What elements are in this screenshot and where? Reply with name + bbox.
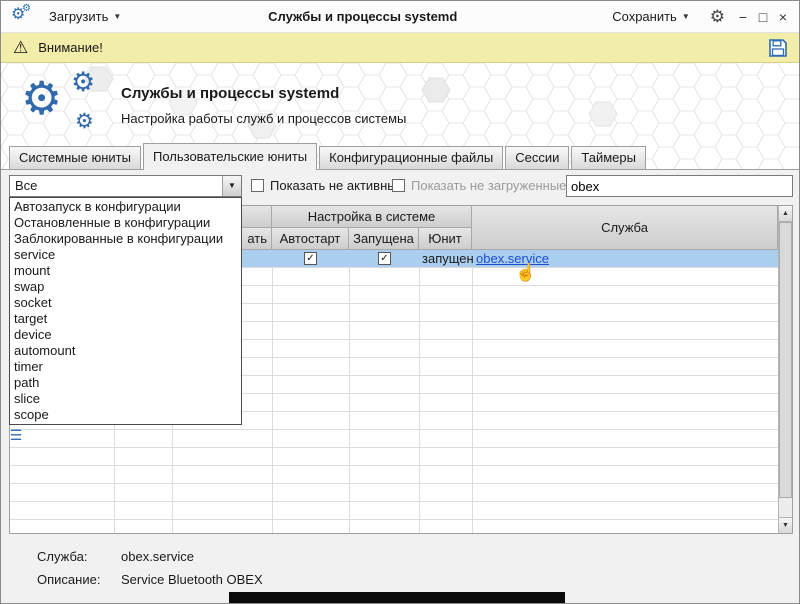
warning-bar: ⚠ Внимание! [1, 33, 799, 63]
dropdown-item[interactable]: service [10, 247, 241, 263]
tab-bar: Системные юниты Пользовательские юниты К… [9, 143, 648, 170]
tab-user-units[interactable]: Пользовательские юниты [142, 143, 318, 170]
load-button-label: Загрузить [49, 9, 109, 24]
filter-combobox[interactable]: Все ▼ [9, 175, 242, 197]
chevron-down-icon: ▼ [113, 12, 122, 21]
vertical-scrollbar[interactable]: ▲ ▼ [778, 206, 792, 533]
settings-gear-icon[interactable]: ⚙ [710, 7, 725, 27]
tab-system-units[interactable]: Системные юниты [9, 146, 141, 170]
page-subtitle: Настройка работы служб и процессов систе… [121, 111, 407, 126]
minimize-button[interactable]: − [733, 9, 753, 25]
hand-cursor-icon: ☝ [515, 263, 537, 282]
tab-timers[interactable]: Таймеры [571, 146, 646, 170]
window-title: Службы и процессы systemd [268, 9, 458, 24]
combobox-value: Все [15, 178, 38, 193]
window-controls: − □ × [733, 9, 793, 25]
dropdown-item[interactable]: path [10, 375, 241, 391]
dropdown-item[interactable]: timer [10, 359, 241, 375]
search-input[interactable] [566, 175, 793, 197]
service-detail-value: obex.service [121, 549, 194, 564]
dropdown-item[interactable]: socket [10, 295, 241, 311]
gear-icon: ⚙ [21, 72, 63, 124]
column-header-unit[interactable]: Юнит [419, 228, 472, 250]
grid-line [272, 250, 273, 533]
show-unloaded-label: Показать не загруженные [411, 178, 567, 193]
unit-state-cell: запущен [422, 251, 474, 266]
column-header-running[interactable]: Запущена [349, 228, 419, 250]
maximize-button[interactable]: □ [753, 9, 773, 25]
tab-sessions[interactable]: Сессии [505, 146, 570, 170]
dropdown-item[interactable]: automount [10, 343, 241, 359]
dropdown-item[interactable]: scope [10, 407, 241, 423]
show-unloaded-checkbox[interactable] [392, 179, 405, 192]
dropdown-item[interactable]: Автозапуск в конфигурации [10, 199, 241, 215]
scroll-up-icon[interactable]: ▲ [779, 206, 792, 222]
gear-icon: ⚙ [71, 67, 96, 97]
dropdown-item[interactable]: target [10, 311, 241, 327]
description-detail-label: Описание: [37, 572, 101, 587]
load-button[interactable]: Загрузить ▼ [43, 6, 127, 27]
filter-dropdown-list: Автозапуск в конфигурации Остановленные … [9, 197, 242, 425]
dropdown-item[interactable]: swap [10, 279, 241, 295]
grid-line [419, 250, 420, 533]
scroll-down-icon[interactable]: ▼ [779, 517, 792, 533]
app-window: ⚙ ⚙ Загрузить ▼ Службы и процессы system… [0, 0, 800, 604]
service-link[interactable]: obex.service [476, 251, 549, 266]
save-button-label: Сохранить [612, 9, 677, 24]
warning-text: Внимание! [38, 40, 103, 55]
dropdown-item[interactable]: slice [10, 391, 241, 407]
autostart-checkbox[interactable]: ✓ [304, 252, 317, 265]
service-detail-label: Служба: [37, 549, 88, 564]
chevron-down-icon: ▼ [681, 12, 690, 21]
grid-line [349, 250, 350, 533]
tab-config-files[interactable]: Конфигурационные файлы [319, 146, 504, 170]
show-inactive-label: Показать не активные [270, 178, 404, 193]
scrollbar-thumb[interactable] [779, 222, 792, 498]
show-inactive-checkbox[interactable] [251, 179, 264, 192]
header-group-system: Настройка в системе [272, 206, 472, 228]
dropdown-item[interactable]: device [10, 327, 241, 343]
column-header-autostart[interactable]: Автостарт [272, 228, 349, 250]
dropdown-item[interactable]: mount [10, 263, 241, 279]
bottom-dark-strip [229, 592, 565, 603]
app-gears-icon: ⚙ ⚙ [11, 2, 35, 28]
gear-icon: ⚙ [75, 110, 94, 133]
app-logo-gears: ⚙ ⚙ ⚙ [15, 67, 119, 147]
dropdown-item[interactable]: Заблокированные в конфигурации [10, 231, 241, 247]
list-view-icon[interactable]: ☰ [6, 425, 26, 445]
combobox-dropdown-icon[interactable]: ▼ [222, 176, 241, 196]
close-button[interactable]: × [773, 9, 793, 25]
column-header-service[interactable]: Служба [472, 206, 778, 250]
description-detail-value: Service Bluetooth OBEX [121, 572, 263, 587]
page-title: Службы и процессы systemd [121, 85, 340, 102]
save-floppy-icon[interactable] [767, 37, 789, 59]
gear-icon: ⚙ [22, 2, 31, 14]
grid-line [472, 250, 473, 533]
dropdown-item[interactable]: Остановленные в конфигурации [10, 215, 241, 231]
warning-icon: ⚠ [13, 37, 29, 57]
running-checkbox[interactable]: ✓ [378, 252, 391, 265]
titlebar: ⚙ ⚙ Загрузить ▼ Службы и процессы system… [1, 1, 799, 33]
save-button[interactable]: Сохранить ▼ [606, 6, 696, 27]
